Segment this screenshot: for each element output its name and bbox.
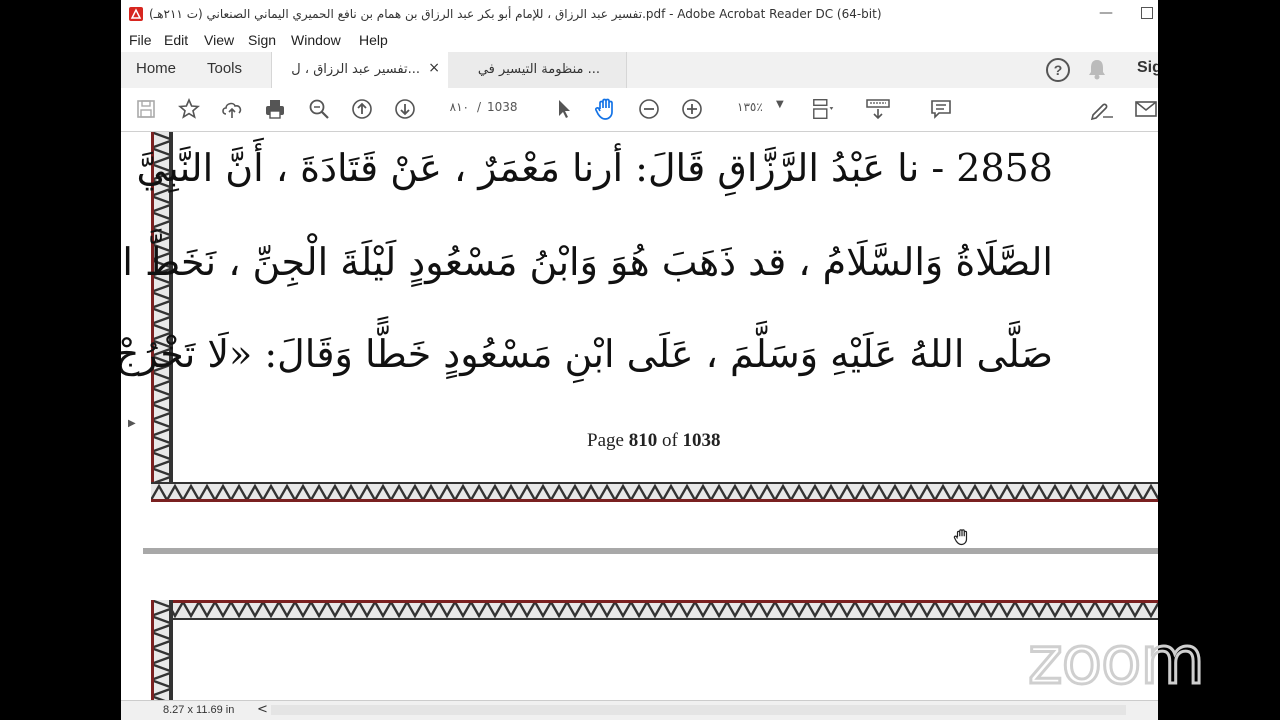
tab-bar: Home Tools تفسير عبد الرزاق ، ل... × منظ… bbox=[121, 52, 1158, 89]
bell-icon[interactable] bbox=[1087, 58, 1107, 80]
help-icon[interactable]: ? bbox=[1046, 58, 1070, 82]
tab-tools[interactable]: Tools bbox=[207, 60, 242, 77]
menu-file[interactable]: File bbox=[129, 32, 152, 48]
zoom-out-icon[interactable] bbox=[636, 97, 662, 121]
page-fit-icon[interactable] bbox=[811, 97, 837, 121]
sign-in-button[interactable]: Sig bbox=[1137, 59, 1158, 77]
hand-cursor-icon bbox=[953, 529, 968, 546]
sign-pen-icon[interactable] bbox=[1089, 97, 1115, 121]
zoom-in-icon[interactable] bbox=[679, 97, 705, 121]
scroll-mode-icon[interactable] bbox=[865, 97, 891, 121]
doc-tab-label: تفسير عبد الرزاق ، ل... bbox=[291, 62, 420, 77]
page-up-icon[interactable] bbox=[349, 97, 375, 121]
scroll-left-icon[interactable]: < bbox=[257, 702, 268, 717]
page-total: 1038 bbox=[487, 100, 518, 114]
page-border-left bbox=[151, 600, 173, 700]
window-title: تفسير عبد الرزاق ، للإمام أبو بكر عبد ال… bbox=[149, 7, 882, 21]
mail-icon[interactable] bbox=[1133, 97, 1158, 121]
footer-of: of bbox=[661, 430, 678, 451]
horizontal-scrollbar[interactable] bbox=[271, 705, 1126, 715]
status-bar: 8.27 x 11.69 in < bbox=[121, 700, 1158, 720]
menu-sign[interactable]: Sign bbox=[248, 32, 276, 48]
footer-page-total: 1038 bbox=[682, 430, 721, 451]
menu-bar: File Edit View Sign Window Help bbox=[121, 30, 1158, 52]
bookmark-star-icon[interactable] bbox=[176, 97, 202, 121]
toolbar: ٨١٠ / 1038 ١٣٥٪ ▼ bbox=[121, 88, 1158, 132]
zoom-level[interactable]: ١٣٥٪ bbox=[737, 100, 763, 114]
page-size-label: 8.27 x 11.69 in bbox=[163, 704, 235, 716]
print-icon[interactable] bbox=[262, 97, 288, 121]
page-footer: Page 810 of 1038 bbox=[587, 430, 721, 452]
minimize-button[interactable]: — bbox=[1099, 5, 1113, 21]
doc-tab-active[interactable]: تفسير عبد الرزاق ، ل... × bbox=[271, 52, 449, 88]
maximize-button[interactable] bbox=[1141, 7, 1153, 19]
zoom-watermark-logo: zoom bbox=[1027, 621, 1207, 701]
pdf-page-810: 2858 - نا عَبْدُ الرَّزَّاقِ قَالَ: أرنا… bbox=[121, 132, 1158, 502]
upload-icon[interactable] bbox=[219, 97, 245, 121]
tab-home[interactable]: Home bbox=[136, 60, 176, 77]
page-divider bbox=[143, 548, 1158, 554]
close-tab-icon[interactable]: × bbox=[428, 60, 440, 76]
hand-tool-icon[interactable] bbox=[593, 97, 619, 121]
save-icon[interactable] bbox=[133, 97, 159, 121]
page-border-bottom bbox=[151, 482, 1158, 502]
text-line-2: الصَّلَاةُ وَالسَّلَامُ ، قد ذَهَبَ هُوَ… bbox=[121, 240, 1053, 284]
pdf-page-811 bbox=[151, 600, 1158, 700]
page-separator: / bbox=[477, 100, 482, 114]
zoom-dropdown-icon[interactable]: ▼ bbox=[776, 99, 784, 110]
footer-page-number: 810 bbox=[628, 430, 658, 451]
page-down-icon[interactable] bbox=[392, 97, 418, 121]
expand-panel-icon[interactable]: ▶ bbox=[128, 418, 136, 429]
text-line-3: صَلَّى اللهُ عَلَيْهِ وَسَلَّمَ ، عَلَى … bbox=[121, 332, 1053, 376]
acrobat-window: تفسير عبد الرزاق ، للإمام أبو بكر عبد ال… bbox=[121, 0, 1158, 720]
acrobat-logo-icon bbox=[129, 7, 143, 21]
page-border-top bbox=[151, 600, 1158, 620]
zoom-search-icon[interactable] bbox=[306, 97, 332, 121]
select-cursor-icon[interactable] bbox=[551, 97, 577, 121]
title-bar: تفسير عبد الرزاق ، للإمام أبو بكر عبد ال… bbox=[121, 0, 1158, 30]
doc-tab-inactive[interactable]: منظومة التيسير في ... bbox=[448, 52, 627, 88]
footer-prefix: Page bbox=[587, 430, 624, 451]
menu-view[interactable]: View bbox=[204, 32, 234, 48]
document-viewport[interactable]: ▶ 2858 - نا عَبْدُ الرَّزَّاقِ قَالَ: أر… bbox=[121, 132, 1158, 700]
comment-icon[interactable] bbox=[928, 97, 954, 121]
text-line-1: 2858 - نا عَبْدُ الرَّزَّاقِ قَالَ: أرنا… bbox=[121, 146, 1053, 190]
page-number-input[interactable]: ٨١٠ bbox=[439, 100, 469, 118]
menu-window[interactable]: Window bbox=[291, 32, 341, 48]
menu-edit[interactable]: Edit bbox=[164, 32, 188, 48]
doc-tab-label: منظومة التيسير في ... bbox=[477, 62, 600, 77]
menu-help[interactable]: Help bbox=[359, 32, 388, 48]
left-panel-rail: ▶ bbox=[121, 132, 143, 700]
